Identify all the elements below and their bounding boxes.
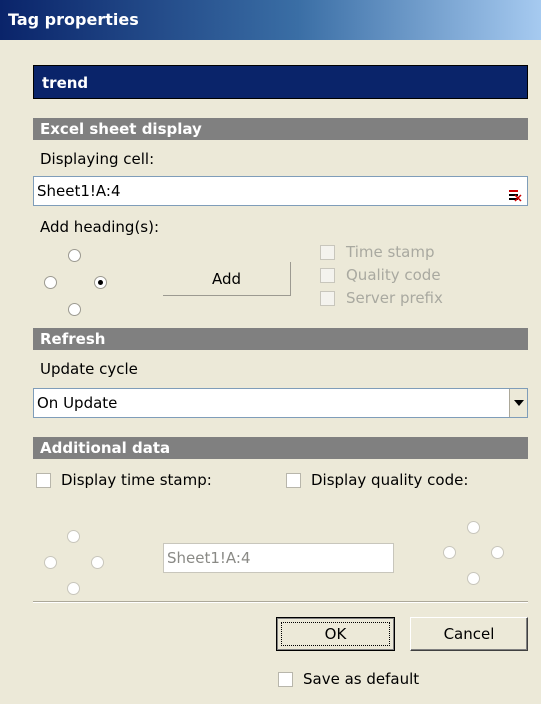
time-stamp-position-right-radio[interactable] [91,556,104,569]
update-cycle-label: Update cycle [40,360,138,378]
display-quality-code-label: Display quality code: [311,471,469,489]
server-prefix-label: Server prefix [346,289,443,307]
displaying-cell-value: Sheet1!A:4 [37,182,121,200]
time-stamp-position-bottom-radio[interactable] [67,582,80,595]
section-header-excel: Excel sheet display [33,118,528,140]
save-as-default-label: Save as default [303,670,420,688]
quality-position-bottom-radio[interactable] [467,572,480,585]
add-heading-button[interactable]: Add [163,262,291,296]
window-title: Tag properties [8,10,139,29]
focus-ring [281,622,390,646]
heading-position-top-radio[interactable] [68,249,81,262]
update-cycle-select[interactable]: On Update [33,388,528,418]
title-bar[interactable]: Tag properties [0,0,541,40]
heading-position-left-radio[interactable] [44,276,57,289]
chevron-down-icon[interactable] [509,389,527,417]
quality-position-left-radio[interactable] [443,546,456,559]
quality-code-checkbox[interactable] [320,268,335,283]
cancel-button[interactable]: Cancel [410,617,528,651]
time-stamp-label: Time stamp [346,243,435,261]
time-stamp-position-top-radio[interactable] [67,530,80,543]
tag-name-banner: trend [33,65,528,99]
section-header-refresh: Refresh [33,328,528,350]
quality-position-right-radio[interactable] [491,546,504,559]
heading-position-bottom-radio[interactable] [68,303,81,316]
section-header-additional: Additional data [33,437,528,459]
cell-picker-icon[interactable] [509,184,522,202]
displaying-cell-input[interactable]: Sheet1!A:4 [33,176,528,206]
display-time-stamp-label: Display time stamp: [61,471,212,489]
heading-position-right-radio[interactable] [94,276,107,289]
ok-button[interactable]: OK [276,617,395,651]
display-time-stamp-checkbox[interactable] [36,473,51,488]
additional-cell-input[interactable]: Sheet1!A:4 [163,543,394,573]
update-cycle-value: On Update [37,394,118,412]
add-headings-label: Add heading(s): [40,218,160,236]
server-prefix-checkbox[interactable] [320,291,335,306]
display-quality-code-checkbox[interactable] [286,473,301,488]
quality-code-label: Quality code [346,266,441,284]
quality-position-top-radio[interactable] [467,521,480,534]
save-as-default-checkbox[interactable] [278,672,293,687]
time-stamp-checkbox[interactable] [320,245,335,260]
time-stamp-position-left-radio[interactable] [44,556,57,569]
displaying-cell-label: Displaying cell: [40,150,155,168]
divider [33,601,528,603]
